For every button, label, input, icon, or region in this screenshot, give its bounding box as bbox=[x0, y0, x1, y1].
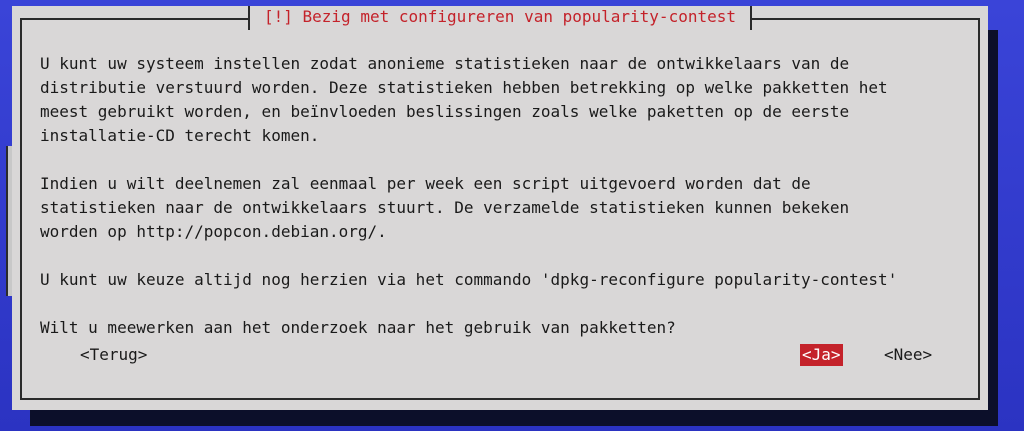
dialog-buttons: <Terug> <Ja> <Nee> bbox=[12, 344, 988, 368]
message-paragraph-statistics: U kunt uw systeem instellen zodat anonie… bbox=[40, 54, 888, 145]
dialog-question: Wilt u meewerken aan het onderzoek naar … bbox=[40, 318, 676, 337]
no-button[interactable]: <Nee> bbox=[884, 344, 932, 366]
yes-button[interactable]: <Ja> bbox=[800, 344, 843, 366]
back-button[interactable]: <Terug> bbox=[80, 344, 147, 366]
dialog-message: U kunt uw systeem instellen zodat anonie… bbox=[40, 52, 980, 340]
message-paragraph-reconfigure: U kunt uw keuze altijd nog herzien via h… bbox=[40, 270, 898, 289]
message-paragraph-participation: Indien u wilt deelnemen zal eenmaal per … bbox=[40, 174, 850, 241]
dialog-title: [!] Bezig met configureren van popularit… bbox=[247, 6, 752, 30]
configuration-dialog: [!] Bezig met configureren van popularit… bbox=[12, 6, 988, 410]
dialog-title-bar: [!] Bezig met configureren van popularit… bbox=[12, 6, 988, 30]
